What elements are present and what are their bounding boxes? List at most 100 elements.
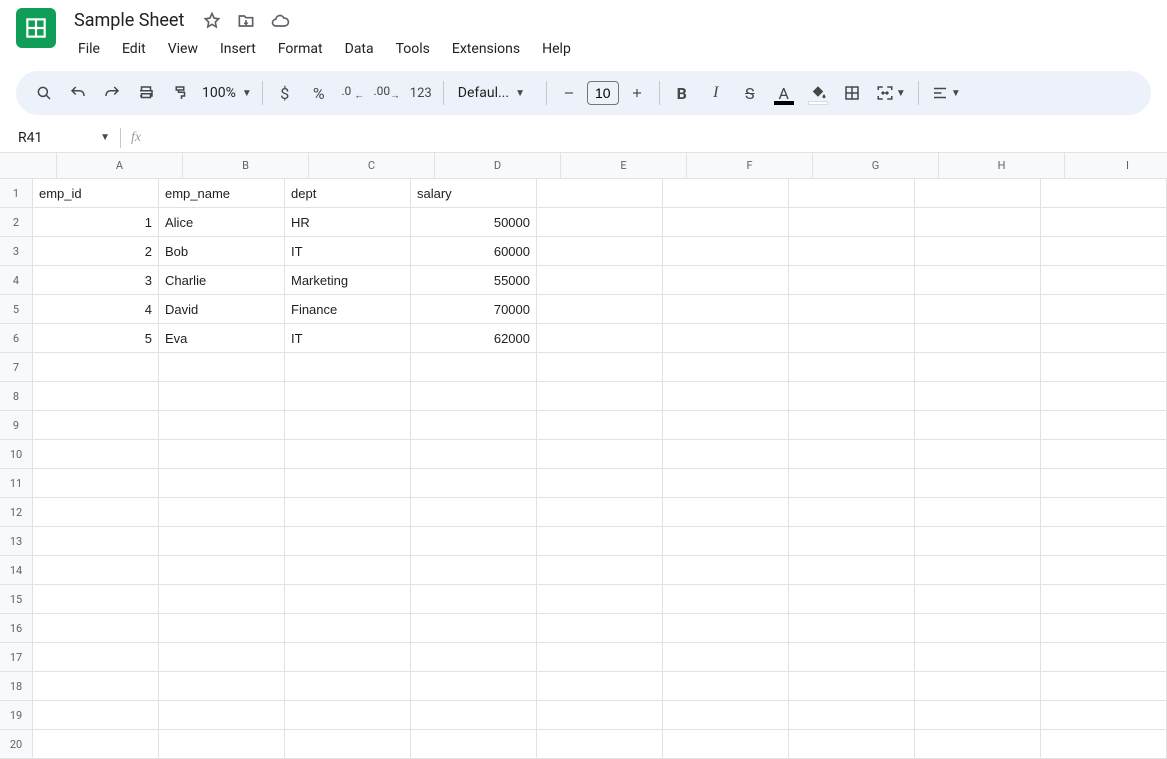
cell-A13[interactable] [33,527,159,556]
cell-F16[interactable] [663,614,789,643]
print-icon[interactable] [130,77,162,109]
row-header-11[interactable]: 11 [0,469,33,498]
cell-D12[interactable] [411,498,537,527]
cell-I10[interactable] [1041,440,1167,469]
cell-H15[interactable] [915,585,1041,614]
cell-E7[interactable] [537,353,663,382]
cell-D10[interactable] [411,440,537,469]
cell-H8[interactable] [915,382,1041,411]
cell-B14[interactable] [159,556,285,585]
cell-H19[interactable] [915,701,1041,730]
row-header-2[interactable]: 2 [0,208,33,237]
row-header-1[interactable]: 1 [0,179,33,208]
cell-B9[interactable] [159,411,285,440]
cell-G15[interactable] [789,585,915,614]
cell-C10[interactable] [285,440,411,469]
cell-G20[interactable] [789,730,915,759]
cell-F19[interactable] [663,701,789,730]
column-header-C[interactable]: C [309,153,435,179]
column-header-H[interactable]: H [939,153,1065,179]
column-header-A[interactable]: A [57,153,183,179]
menu-data[interactable]: Data [335,37,384,61]
cell-E4[interactable] [537,266,663,295]
cell-C6[interactable]: IT [285,324,411,353]
cell-C2[interactable]: HR [285,208,411,237]
cell-H9[interactable] [915,411,1041,440]
cell-F11[interactable] [663,469,789,498]
cell-G13[interactable] [789,527,915,556]
cell-F9[interactable] [663,411,789,440]
cell-A20[interactable] [33,730,159,759]
cell-I15[interactable] [1041,585,1167,614]
increase-decimal-icon[interactable]: .00→ [371,77,403,109]
cell-B13[interactable] [159,527,285,556]
cell-H16[interactable] [915,614,1041,643]
row-header-14[interactable]: 14 [0,556,33,585]
cell-E3[interactable] [537,237,663,266]
cell-B17[interactable] [159,643,285,672]
row-header-8[interactable]: 8 [0,382,33,411]
cell-B4[interactable]: Charlie [159,266,285,295]
currency-icon[interactable]: $ [269,77,301,109]
cell-D9[interactable] [411,411,537,440]
cell-D1[interactable]: salary [411,179,537,208]
cell-B2[interactable]: Alice [159,208,285,237]
row-header-15[interactable]: 15 [0,585,33,614]
cell-C12[interactable] [285,498,411,527]
row-header-10[interactable]: 10 [0,440,33,469]
cell-A16[interactable] [33,614,159,643]
cell-I3[interactable] [1041,237,1167,266]
fill-color-icon[interactable] [802,77,834,109]
row-header-7[interactable]: 7 [0,353,33,382]
cell-A2[interactable]: 1 [33,208,159,237]
cloud-icon[interactable] [270,11,290,31]
horizontal-align-icon[interactable]: ▼ [925,77,967,109]
cell-G3[interactable] [789,237,915,266]
cell-C13[interactable] [285,527,411,556]
cell-A18[interactable] [33,672,159,701]
cell-D8[interactable] [411,382,537,411]
select-all-corner[interactable] [0,153,57,179]
cell-D16[interactable] [411,614,537,643]
cell-A15[interactable] [33,585,159,614]
move-icon[interactable] [236,11,256,31]
cell-D11[interactable] [411,469,537,498]
cell-I9[interactable] [1041,411,1167,440]
cell-A1[interactable]: emp_id [33,179,159,208]
name-box[interactable]: R41 ▼ [0,130,120,146]
cell-D15[interactable] [411,585,537,614]
cell-D5[interactable]: 70000 [411,295,537,324]
cell-D14[interactable] [411,556,537,585]
row-header-17[interactable]: 17 [0,643,33,672]
cell-A8[interactable] [33,382,159,411]
cell-H10[interactable] [915,440,1041,469]
cell-F4[interactable] [663,266,789,295]
menu-extensions[interactable]: Extensions [442,37,530,61]
undo-icon[interactable] [62,77,94,109]
zoom-select[interactable]: 100% ▼ [198,85,256,101]
menu-help[interactable]: Help [532,37,581,61]
cell-I8[interactable] [1041,382,1167,411]
cell-D7[interactable] [411,353,537,382]
cell-G16[interactable] [789,614,915,643]
cell-E9[interactable] [537,411,663,440]
decrease-decimal-icon[interactable]: .0 ← [337,77,369,109]
cell-B3[interactable]: Bob [159,237,285,266]
cell-C1[interactable]: dept [285,179,411,208]
cell-I17[interactable] [1041,643,1167,672]
percent-icon[interactable]: % [303,77,335,109]
cell-E18[interactable] [537,672,663,701]
cell-G7[interactable] [789,353,915,382]
cell-A6[interactable]: 5 [33,324,159,353]
row-header-5[interactable]: 5 [0,295,33,324]
cell-B18[interactable] [159,672,285,701]
cell-A11[interactable] [33,469,159,498]
cell-F3[interactable] [663,237,789,266]
menu-insert[interactable]: Insert [210,37,266,61]
cell-H14[interactable] [915,556,1041,585]
cell-E5[interactable] [537,295,663,324]
cell-C17[interactable] [285,643,411,672]
cell-H7[interactable] [915,353,1041,382]
menu-file[interactable]: File [68,37,110,61]
cell-I7[interactable] [1041,353,1167,382]
